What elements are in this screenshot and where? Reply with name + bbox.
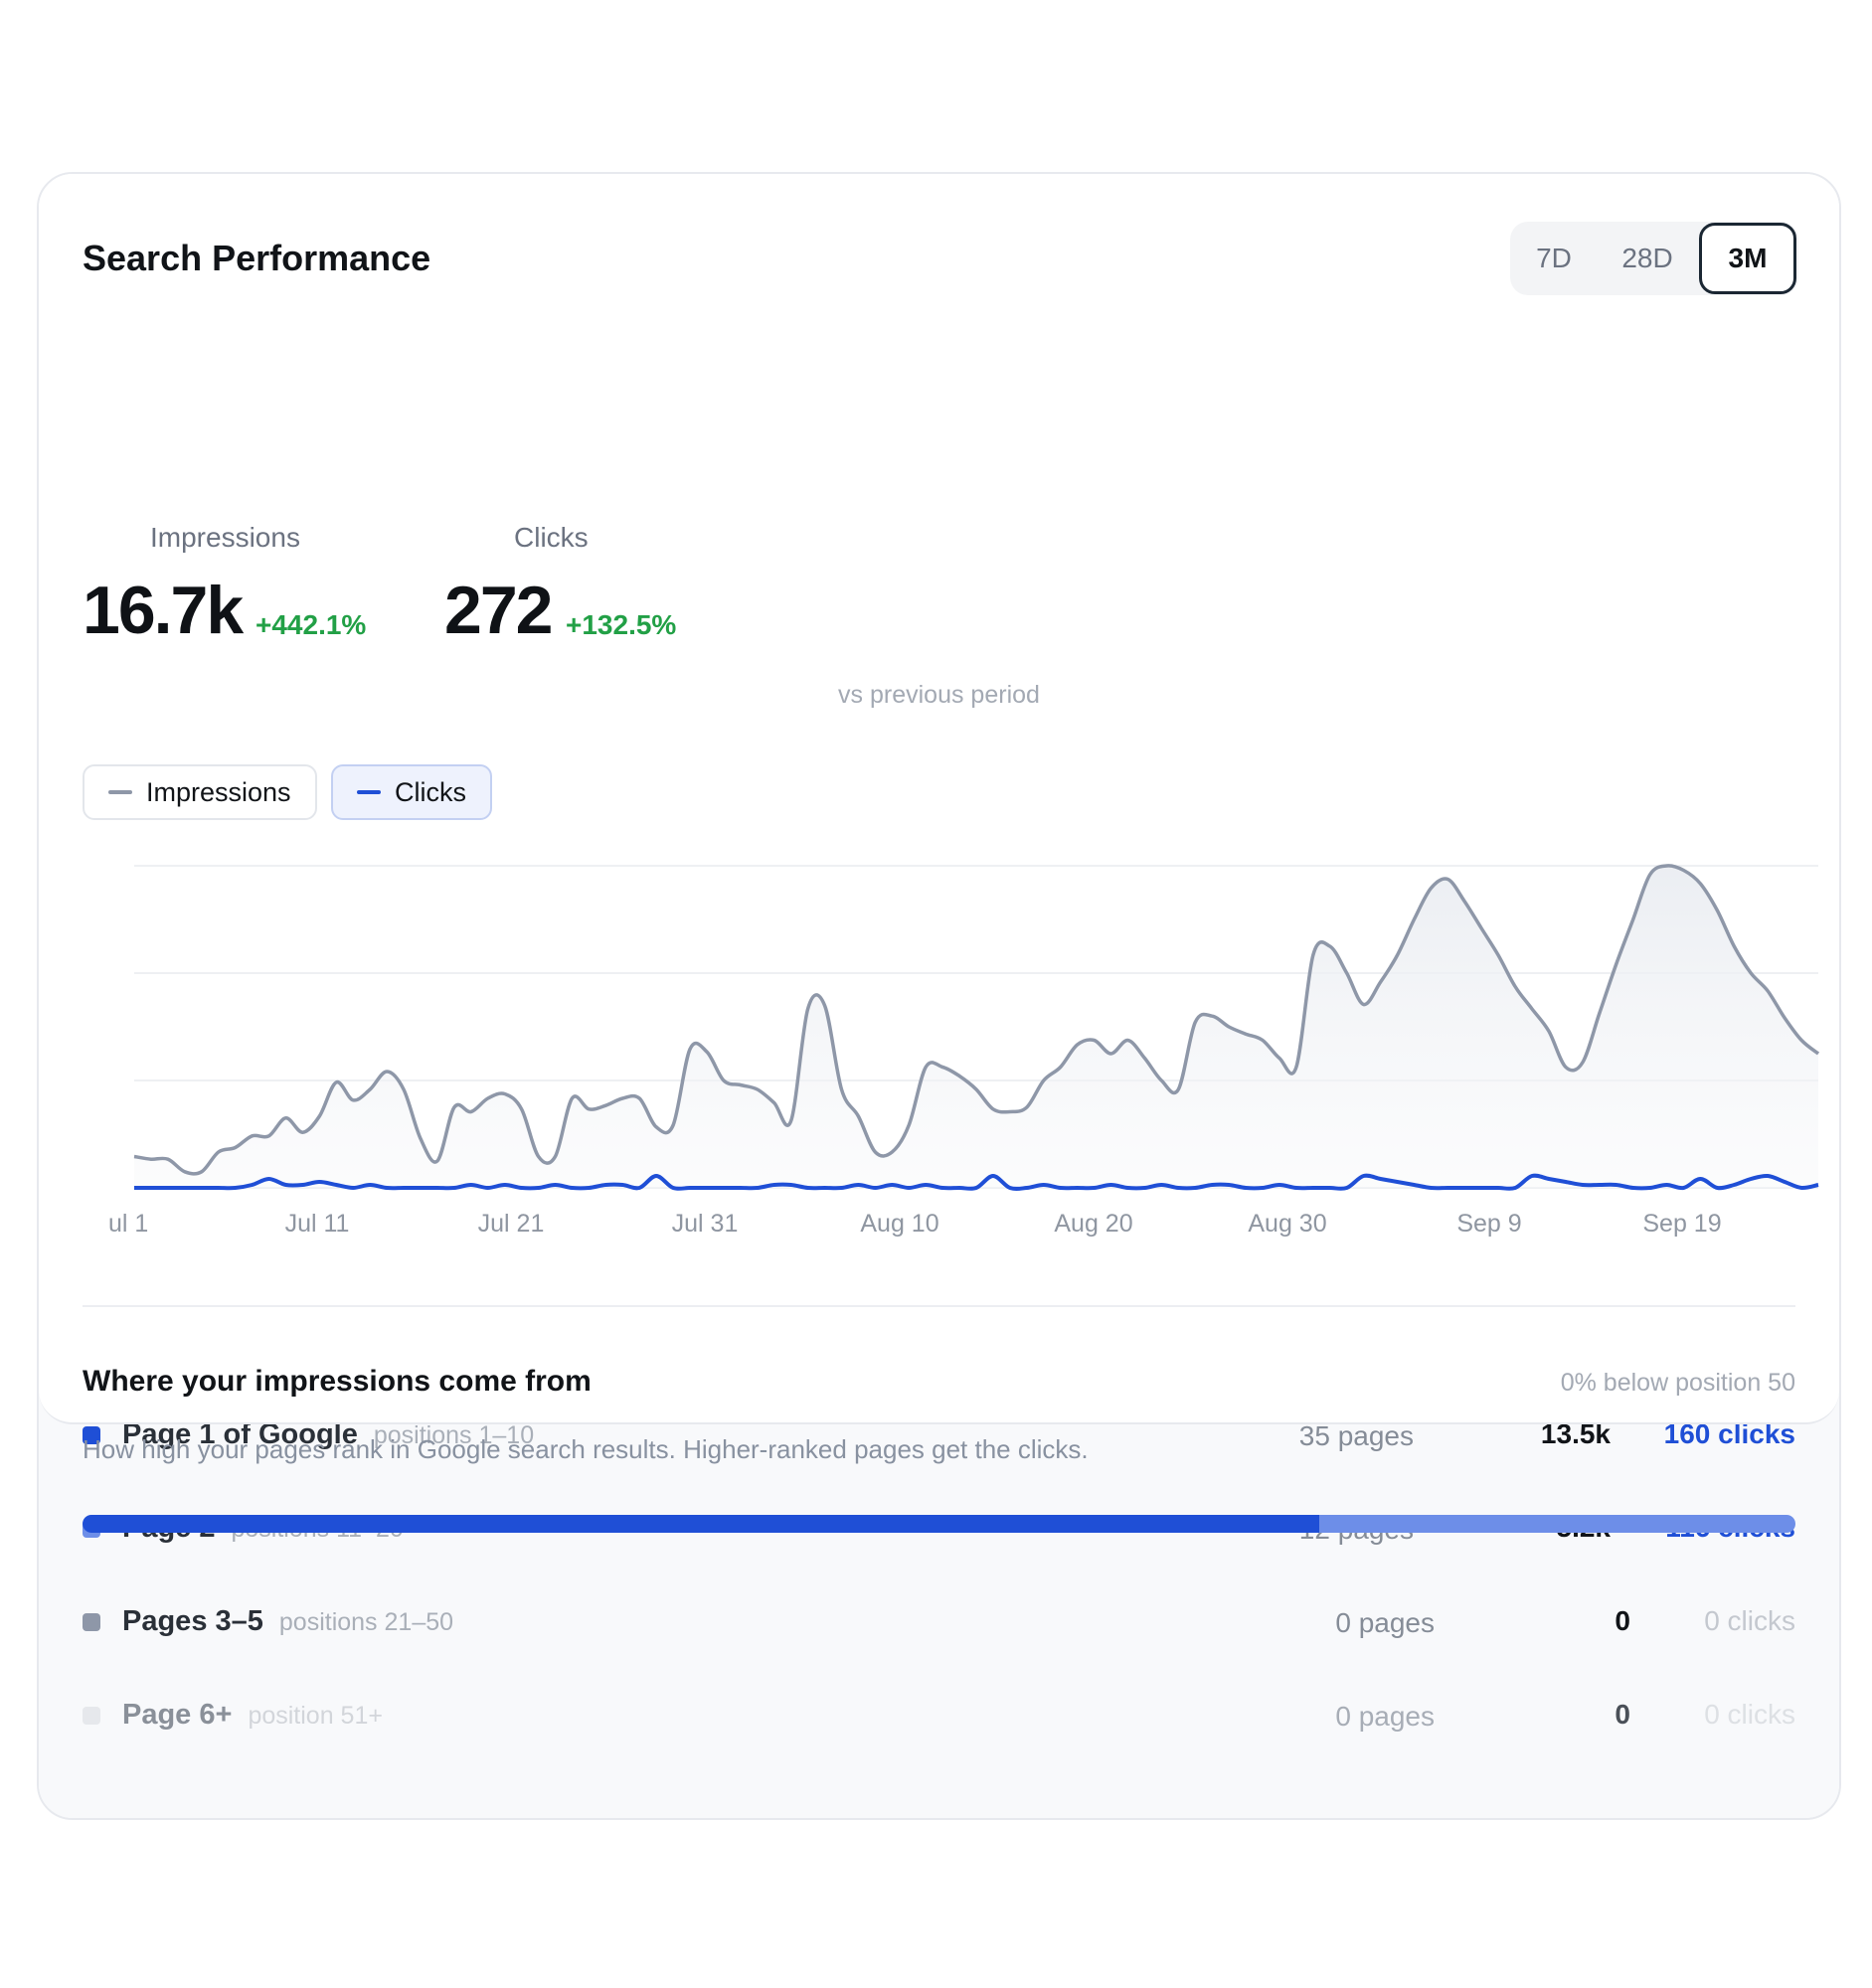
rank-row-pages: 35 pages bbox=[1298, 1420, 1414, 1451]
rank-row-name: Pages 3–5 positions 21–50 bbox=[122, 1605, 453, 1638]
x-axis-tick-label: Sep 19 bbox=[1642, 1210, 1721, 1238]
range-7d-button[interactable]: 7D bbox=[1510, 222, 1598, 295]
card-main-panel: Search Performance 7D 28D 3M Impressions… bbox=[39, 174, 1839, 1533]
rank-row-impressions: 0 bbox=[1615, 1605, 1630, 1636]
rank-row-impressions: 0 bbox=[1615, 1699, 1630, 1730]
rank-row-pages: 0 pages bbox=[1335, 1701, 1435, 1732]
impressions-metric-label: Impressions bbox=[150, 522, 300, 553]
page6-color-dot bbox=[83, 1707, 100, 1725]
impressions-series-toggle[interactable]: Impressions bbox=[83, 764, 317, 820]
clicks-series-toggle[interactable]: Clicks bbox=[331, 764, 492, 820]
page-title: Search Performance bbox=[83, 238, 431, 278]
impressions-source-title: Where your impressions come from bbox=[83, 1365, 592, 1398]
comparison-note: vs previous period bbox=[838, 681, 1040, 709]
clicks-metric-delta: +132.5% bbox=[566, 609, 677, 640]
rank-row-name: Page 6+ position 51+ bbox=[122, 1699, 383, 1732]
impressions-line-swatch bbox=[108, 790, 132, 794]
date-range-toggle: 7D 28D 3M bbox=[1510, 222, 1798, 295]
rank-row-clicks: 0 clicks bbox=[1704, 1605, 1795, 1636]
performance-line-chart[interactable]: ul 1 Jul 11 Jul 21 Jul 31 Aug 10 Aug 20 Aug 30… bbox=[88, 854, 1838, 1245]
impressions-area bbox=[134, 865, 1818, 1188]
range-3m-button[interactable]: 3M bbox=[1699, 223, 1796, 294]
rank-row-page6-plus[interactable]: Page 6+ position 51+ 0 pages 0 0 clicks bbox=[83, 1687, 1795, 1746]
rank-distribution-bar bbox=[83, 1515, 1795, 1533]
rank-row-pages: 0 pages bbox=[1335, 1607, 1435, 1638]
rank-row-title: Page 6+ bbox=[122, 1699, 233, 1731]
below-position-note: 0% below position 50 bbox=[1560, 1369, 1795, 1397]
rank-row-pages3-5[interactable]: Pages 3–5 positions 21–50 0 pages 0 0 cli… bbox=[83, 1593, 1795, 1653]
clicks-toggle-label: Clicks bbox=[395, 776, 466, 807]
x-axis-tick-label: Jul 11 bbox=[285, 1210, 350, 1238]
x-axis-tick-label: Jul 21 bbox=[478, 1210, 545, 1238]
x-axis-tick-label: Aug 10 bbox=[860, 1210, 938, 1238]
impressions-toggle-label: Impressions bbox=[146, 776, 291, 807]
x-axis-tick-label: Aug 30 bbox=[1248, 1210, 1326, 1238]
rank-distribution-fill bbox=[83, 1515, 1319, 1533]
rank-row-clicks: 0 clicks bbox=[1704, 1699, 1795, 1730]
rank-row-positions: position 51+ bbox=[248, 1702, 383, 1730]
x-axis-tick-label: Aug 20 bbox=[1054, 1210, 1132, 1238]
pages3-5-color-dot bbox=[83, 1613, 100, 1631]
impressions-metric-value: 16.7k bbox=[83, 573, 244, 648]
x-axis-tick-label: Sep 9 bbox=[1456, 1210, 1521, 1238]
x-axis-tick-label: ul 1 bbox=[108, 1210, 148, 1238]
impressions-source-description: How high your pages rank in Google searc… bbox=[83, 1434, 1089, 1464]
range-28d-button[interactable]: 28D bbox=[1598, 222, 1697, 295]
rank-row-title: Pages 3–5 bbox=[122, 1605, 263, 1637]
impressions-metric-delta: +442.1% bbox=[255, 609, 367, 640]
search-performance-card: Search Performance 7D 28D 3M Impressions… bbox=[37, 172, 1841, 1820]
rank-row-positions: positions 21–50 bbox=[278, 1608, 454, 1636]
section-divider bbox=[83, 1305, 1795, 1307]
x-axis-tick-label: Jul 31 bbox=[672, 1210, 739, 1238]
clicks-metric-value: 272 bbox=[444, 573, 553, 648]
clicks-line-swatch bbox=[357, 790, 381, 794]
clicks-metric-label: Clicks bbox=[514, 522, 589, 553]
